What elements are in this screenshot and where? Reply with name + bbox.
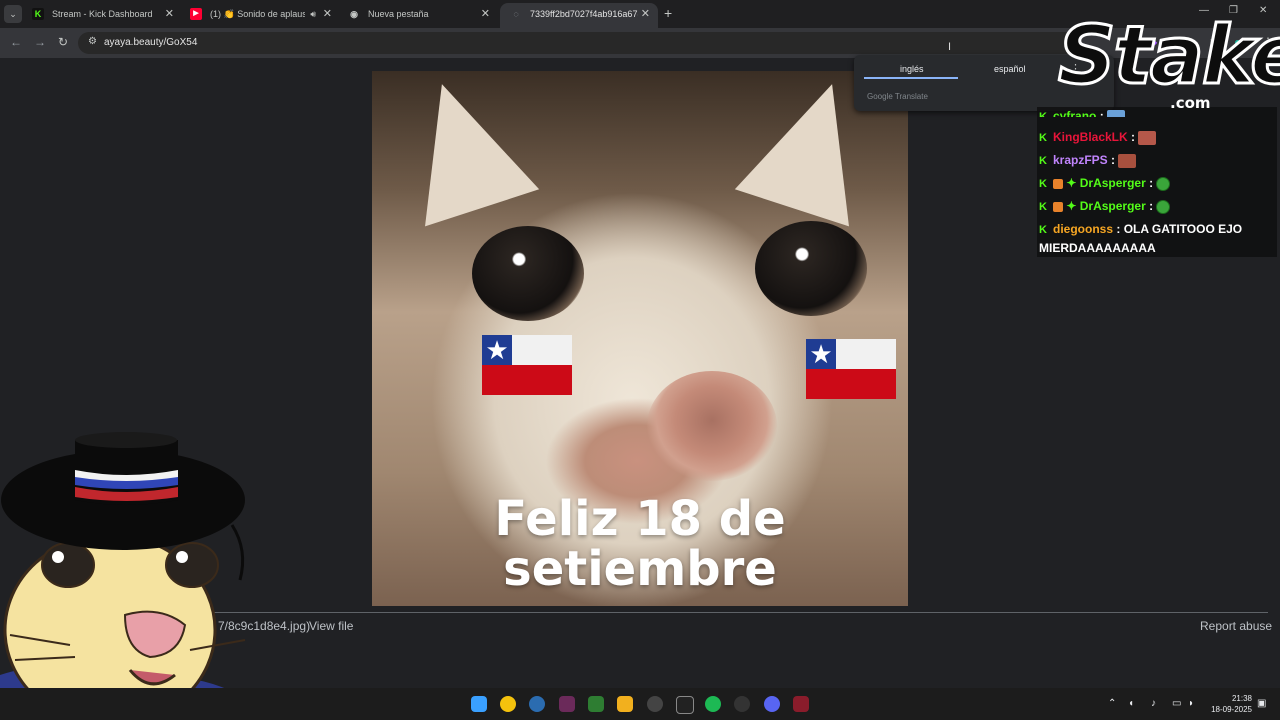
tab-image-page[interactable]: ◌ 7339ff2bd7027f4ab916a678c9c ✕ [500, 3, 658, 28]
tray-volume-icon[interactable]: ◗ [1188, 698, 1194, 709]
close-tab-icon[interactable]: ✕ [323, 3, 332, 25]
chat-username: KingBlackLK [1053, 130, 1128, 144]
close-tab-icon[interactable]: ✕ [165, 3, 174, 25]
tray-speaker-icon[interactable]: ◖ [1128, 698, 1134, 709]
app-v-icon[interactable] [559, 696, 575, 712]
site-info-icon[interactable]: ⚙︎ [88, 36, 97, 47]
kick-badge-icon: K [1039, 155, 1047, 167]
emote-icon [1118, 153, 1137, 168]
address-bar[interactable]: ⚙︎ ayaya.beauty/GoX54 [78, 32, 1078, 54]
app-g-icon[interactable] [676, 696, 694, 714]
tab-search-icon[interactable]: ⌄ [4, 5, 22, 23]
chat-username: DrAsperger [1079, 199, 1146, 213]
app-file-icon[interactable] [588, 696, 604, 712]
chat-username: krapzFPS [1053, 153, 1108, 167]
close-tab-icon[interactable]: ✕ [641, 3, 650, 25]
cat-nose [647, 371, 777, 481]
clock-time: 21:38 [1231, 694, 1252, 703]
chat-message: K KingBlackLK : [1039, 128, 1157, 147]
spotify-icon[interactable] [705, 696, 721, 712]
cat-eye-right [755, 221, 867, 316]
address-text[interactable]: ayaya.beauty/GoX54 [104, 37, 197, 48]
google-translate-label: Google Translate [867, 92, 928, 101]
tray-mic-icon[interactable]: ♪ [1151, 698, 1156, 709]
forward-button[interactable]: → [34, 35, 46, 49]
translate-target-tab[interactable]: español [994, 64, 1026, 74]
sparkle-badge-icon: ✦ [1066, 176, 1077, 190]
chile-flag-right: ★ [806, 339, 896, 399]
windows-start-icon[interactable] [471, 696, 487, 712]
kick-badge-icon: K [1039, 178, 1047, 190]
windows-taskbar: ⌃ ◖ ♪ ▭ ◗ 21:38 18-09-2025 ▣ [0, 688, 1280, 720]
notification-icon[interactable]: ▣ [1257, 698, 1266, 709]
streamer-avatar [0, 432, 246, 720]
kick-badge-icon: K [1039, 132, 1047, 144]
chile-flag-left: ★ [482, 335, 572, 395]
tab-label: Nueva pestaña [368, 9, 429, 19]
emote-icon [1156, 176, 1171, 191]
reload-button[interactable]: ↻ [58, 35, 68, 49]
stream-chat-overlay: Kcyfrano : K KingBlackLK : KkrapzFPS : K … [1037, 107, 1277, 257]
chrome-icon: ◉ [350, 9, 358, 19]
kick-icon: K [32, 8, 44, 20]
sparkle-badge-icon: ✦ [1066, 199, 1077, 213]
tab-aplausos[interactable]: ▶ (1) 👏 Sonido de aplausos 🔊︎ ✕ [180, 3, 340, 28]
youtube-icon: ▶ [190, 8, 202, 20]
new-tab-button[interactable]: + [664, 5, 672, 21]
app-c-icon[interactable] [529, 696, 545, 712]
stake-logo: Stake .com [1056, 8, 1280, 113]
clock-date: 18-09-2025 [1211, 705, 1252, 714]
tab-kick-dashboard[interactable]: K Stream - Kick Dashboard ✕ [22, 3, 182, 28]
page-icon: ◌ [513, 9, 519, 19]
kick-badge-icon: K [1039, 111, 1047, 117]
chat-username: diegoonss [1053, 222, 1114, 236]
chrome-taskbar-icon[interactable] [500, 696, 516, 712]
chat-message: KkrapzFPS : [1039, 151, 1137, 170]
cat-ear-left [384, 71, 540, 227]
tab-label: 7339ff2bd7027f4ab916a678c9c [530, 9, 638, 19]
tray-chevron-icon[interactable]: ⌃ [1108, 698, 1116, 709]
meme-caption-line2: setiembre [503, 541, 777, 597]
translate-source-tab[interactable]: inglés [900, 64, 924, 74]
back-button[interactable]: ← [10, 35, 22, 49]
emote-icon [1156, 199, 1171, 214]
meme-image: ★ ★ Feliz 18 de setiembre [372, 71, 908, 606]
view-file-link[interactable]: View file [309, 619, 353, 633]
kick-badge-icon: K [1039, 201, 1047, 213]
taskbar-clock[interactable]: 21:38 18-09-2025 [1206, 693, 1252, 715]
report-abuse-link[interactable]: Report abuse [1200, 619, 1272, 633]
discord-icon[interactable] [764, 696, 780, 712]
speaker-icon[interactable]: 🔊︎ [310, 3, 316, 25]
kick-badge-icon: K [1039, 224, 1047, 236]
stake-logo-text: Stake [1056, 8, 1280, 104]
stake-logo-suffix: .com [1170, 94, 1211, 112]
tab-label: Stream - Kick Dashboard [52, 9, 153, 19]
file-explorer-icon[interactable] [617, 696, 633, 712]
app-m-icon[interactable] [793, 696, 809, 712]
cat-eye-left [472, 226, 584, 321]
chat-message: K ✦ DrAsperger : [1039, 197, 1171, 216]
chat-message: K ✦ DrAsperger : [1039, 174, 1171, 193]
app-dark-icon[interactable] [734, 696, 750, 712]
gift-badge-icon [1053, 178, 1063, 189]
tab-label: (1) 👏 Sonido de aplausos [210, 9, 305, 19]
tray-network-icon[interactable]: ▭ [1172, 698, 1181, 709]
chat-username: DrAsperger [1079, 176, 1146, 190]
gift-badge-icon [1053, 201, 1063, 212]
close-tab-icon[interactable]: ✕ [481, 3, 490, 25]
tab-nueva-pestana[interactable]: ◉ Nueva pestaña ✕ [338, 3, 498, 28]
app-obs-icon[interactable] [647, 696, 663, 712]
chat-message: Kdiegoonss : OLA GATITOOO EJO MIERDAAAAA… [1039, 222, 1243, 255]
meme-caption-line1: Feliz 18 de [494, 491, 786, 547]
text-cursor-icon: I [948, 41, 952, 53]
active-tab-indicator [864, 77, 958, 79]
emote-icon [1138, 130, 1157, 145]
